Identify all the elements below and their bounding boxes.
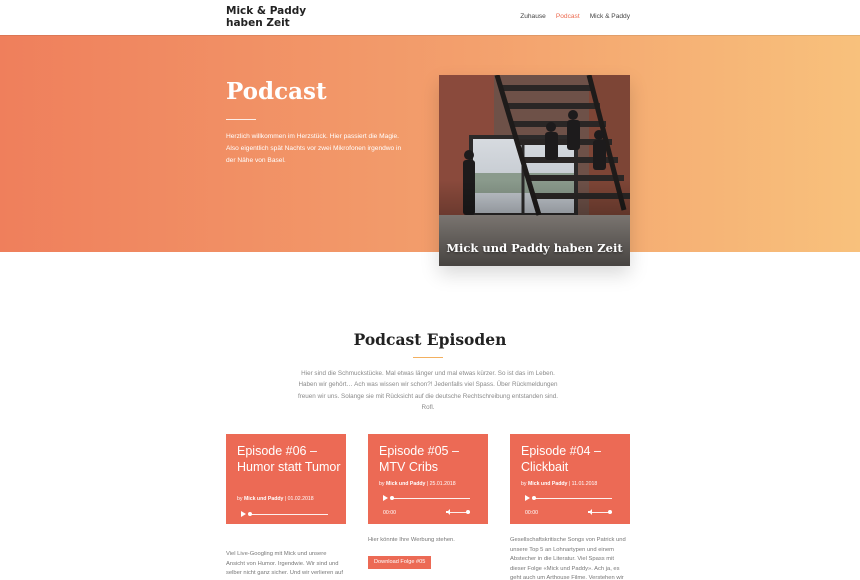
episode-card: Episode #05 – MTV Cribs by Mick und Padd… <box>368 434 488 524</box>
progress-handle[interactable] <box>532 496 536 500</box>
play-icon[interactable] <box>383 495 388 501</box>
audio-player: 00:00 <box>521 494 622 520</box>
progress-track[interactable] <box>250 514 328 515</box>
episode-by: by <box>237 496 243 502</box>
current-time: 00:00 <box>241 526 254 532</box>
progress-handle[interactable] <box>390 496 394 500</box>
hero-divider <box>226 119 256 120</box>
volume-handle[interactable] <box>608 510 612 514</box>
episode-by: by <box>379 481 385 487</box>
main-nav: Zuhause Podcast Mick & Paddy <box>520 13 630 20</box>
episode-description: Viel Live-Googling mit Mick und unsere A… <box>226 551 343 576</box>
nav-item-mick-paddy[interactable]: Mick & Paddy <box>590 13 630 20</box>
progress-track[interactable] <box>534 498 612 499</box>
site-header: Mick & Paddy haben Zeit Zuhause Podcast … <box>0 0 860 35</box>
play-icon[interactable] <box>525 495 530 501</box>
episodes-title: Podcast Episoden <box>353 330 507 349</box>
episode-author[interactable]: Mick und Paddy <box>244 496 284 502</box>
episode-card: Episode #04 – Clickbait by Mick und Padd… <box>510 434 630 524</box>
volume-handle[interactable] <box>324 526 328 530</box>
current-time: 00:00 <box>383 510 396 516</box>
episode-date: 25.01.2018 <box>429 481 456 487</box>
episode-description: Gesellschaftskritische Songs von Patrick… <box>510 537 626 580</box>
episode-meta: by Mick und Paddy | 11.01.2018 <box>521 481 598 487</box>
episode-card: Episode #06 – Humor statt Tumor by Mick … <box>226 434 346 532</box>
site-logo[interactable]: Mick & Paddy haben Zeit <box>226 5 316 29</box>
episode-date: 01.02.2018 <box>287 496 314 502</box>
current-time: 00:00 <box>525 510 538 516</box>
download-button[interactable]: Download Folge #05 <box>368 556 432 569</box>
episode-title[interactable]: Episode #04 – Clickbait <box>521 444 625 475</box>
hero-title: Podcast <box>226 78 327 105</box>
episode-title[interactable]: Episode #06 – Humor statt Tumor <box>237 444 341 475</box>
episode-title[interactable]: Episode #05 – MTV Cribs <box>379 444 483 475</box>
volume-handle[interactable] <box>466 510 470 514</box>
episode-author[interactable]: Mick und Paddy <box>386 481 426 487</box>
episode-by: by <box>521 481 527 487</box>
episode-author[interactable]: Mick und Paddy <box>528 481 568 487</box>
progress-handle[interactable] <box>248 512 252 516</box>
nav-item-zuhause[interactable]: Zuhause <box>520 13 546 20</box>
play-icon[interactable] <box>241 511 246 517</box>
episodes-intro: Hier sind die Schmuckstücke. Mal etwas l… <box>297 370 559 412</box>
episode-meta: by Mick und Paddy | 25.01.2018 <box>379 481 456 487</box>
episode-date: 11.01.2018 <box>571 481 598 487</box>
nav-item-podcast[interactable]: Podcast <box>556 13 580 20</box>
podcast-cover-image: Mick und Paddy haben Zeit <box>439 75 630 266</box>
audio-player: 00:00 <box>237 510 338 536</box>
progress-track[interactable] <box>392 498 470 499</box>
episode-description: Hier könnte Ihre Werbung stehen. <box>368 537 455 543</box>
cover-caption: Mick und Paddy haben Zeit <box>446 241 623 255</box>
episode-meta: by Mick und Paddy | 01.02.2018 <box>237 496 314 502</box>
hero-section: Podcast Herzlich willkommen im Herzstück… <box>0 35 860 252</box>
hero-text: Herzlich willkommen im Herzstück. Hier p… <box>226 133 402 164</box>
audio-player: 00:00 <box>379 494 480 520</box>
episodes-divider <box>413 357 443 358</box>
cover-photo <box>439 75 630 266</box>
